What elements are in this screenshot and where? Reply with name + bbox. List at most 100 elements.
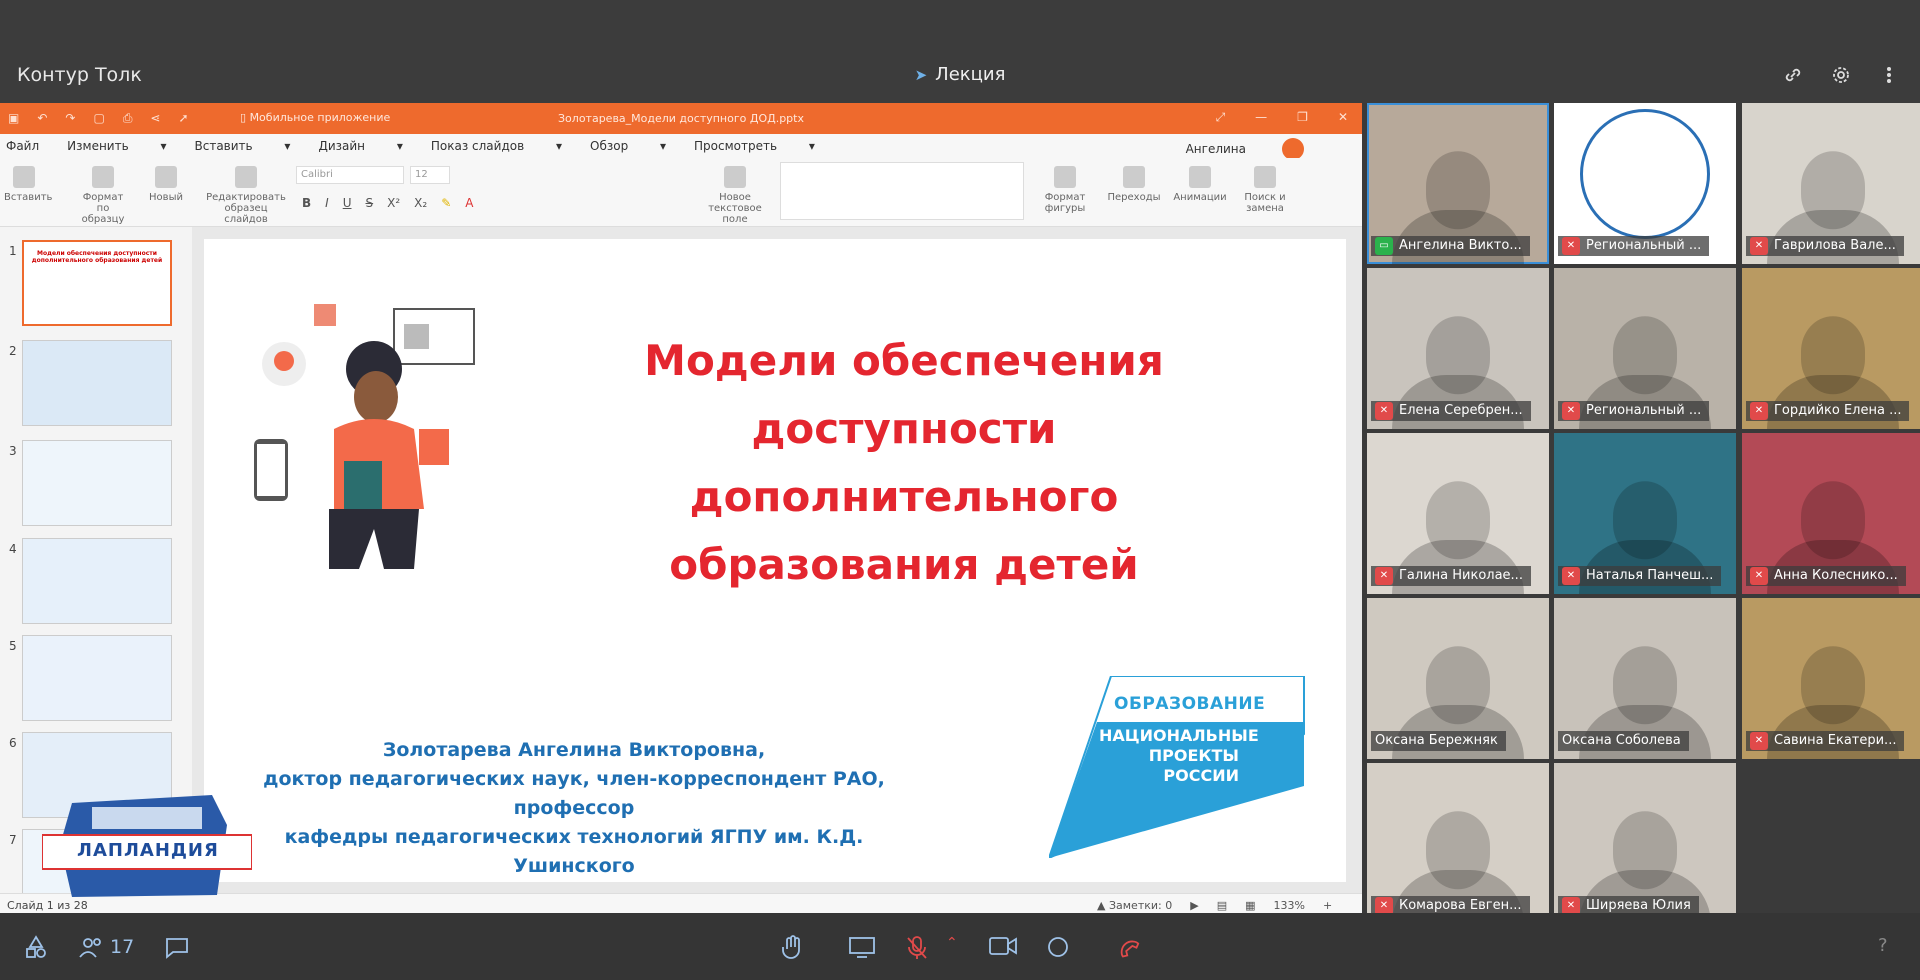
participant-tile[interactable]: ✕ Гордийко Елена ... (1742, 268, 1920, 429)
menu-review[interactable]: Обзор ▾ (590, 139, 666, 153)
chat-icon[interactable] (164, 935, 190, 959)
slide-thumb-4[interactable] (22, 538, 172, 624)
font-color-icon[interactable]: A (465, 196, 473, 210)
slide-thumb-2[interactable] (22, 340, 172, 426)
font-family-select[interactable]: Calibri (296, 166, 404, 184)
normal-view-icon[interactable]: ▤ (1217, 899, 1227, 912)
participant-tile[interactable]: ✕ Галина Николае... (1367, 433, 1549, 594)
brush-icon (92, 166, 114, 188)
participant-tile[interactable]: ✕ Савина Екатери... (1742, 598, 1920, 759)
participant-tile[interactable]: Оксана Соболева (1554, 598, 1736, 759)
zoom-level[interactable]: 133% (1274, 899, 1305, 912)
mic-muted-icon[interactable] (905, 935, 929, 961)
menu-file[interactable]: Файл (6, 139, 39, 153)
menu-slideshow[interactable]: Показ слайдов ▾ (431, 139, 562, 153)
menu-design[interactable]: Дизайн ▾ (318, 139, 402, 153)
participant-face (1613, 810, 1677, 889)
find-replace-button[interactable]: Поиск и замена (1240, 166, 1290, 214)
slide-title: Модели обеспечения доступности дополните… (624, 327, 1184, 599)
sorter-view-icon[interactable]: ▦ (1245, 899, 1255, 912)
superscript-icon[interactable]: X² (387, 196, 400, 210)
lapland-logo-text: ЛАПЛАНДИЯ (77, 840, 219, 861)
shapes-gallery[interactable] (780, 162, 1024, 220)
mic-muted-icon: ✕ (1750, 567, 1768, 585)
participant-name: Оксана Бережняк (1375, 733, 1498, 748)
minimize-icon[interactable]: — (1255, 110, 1267, 125)
hang-up-icon[interactable] (1114, 935, 1142, 959)
lapland-logo: ЛАПЛАНДИЯ (42, 785, 252, 905)
animations-button[interactable]: Анимации (1172, 166, 1228, 203)
highlight-icon[interactable]: ✎ (441, 196, 451, 210)
user-name: Ангелина (1185, 142, 1246, 156)
mic-options-icon[interactable]: ⌃ (946, 935, 958, 951)
participants-button[interactable]: 17 (78, 935, 134, 959)
participant-tile[interactable]: ▭ Ангелина Викто... (1367, 103, 1549, 264)
participants-count: 17 (110, 936, 135, 958)
participant-tile[interactable]: ✕ Комарова Евген... (1367, 763, 1549, 924)
participant-tile[interactable]: ✕ Региональный ... (1554, 268, 1736, 429)
format-painter-label: Формат по образцу (81, 192, 125, 225)
screen-share-status-icon: ▭ (1375, 237, 1393, 255)
format-painter-button[interactable]: Формат по образцу (76, 166, 130, 225)
participant-tile[interactable]: Оксана Бережняк (1367, 598, 1549, 759)
participant-face (1613, 315, 1677, 394)
raise-hand-icon[interactable] (780, 935, 804, 961)
participant-tile[interactable]: ✕ Наталья Панчеш... (1554, 433, 1736, 594)
participant-tile[interactable]: ✕ Ширяева Юлия (1554, 763, 1736, 924)
underline-icon[interactable]: U (343, 196, 352, 210)
logo-top-text: ОБРАЗОВАНИЕ (1114, 694, 1266, 714)
screen-share-icon[interactable] (848, 935, 876, 959)
transitions-button[interactable]: Переходы (1104, 166, 1164, 203)
settings-gear-icon[interactable] (1830, 64, 1852, 86)
italic-icon[interactable]: I (325, 196, 329, 210)
menu-edit[interactable]: Изменить ▾ (67, 139, 166, 153)
menu-insert[interactable]: Вставить ▾ (195, 139, 291, 153)
author-line: Золотарева Ангелина Викторовна, (382, 739, 766, 761)
participant-face (1801, 645, 1865, 724)
logo-line: НАЦИОНАЛЬНЫЕ (1099, 726, 1259, 745)
slide-thumb-5[interactable] (22, 635, 172, 721)
participant-tile[interactable]: ✕ Гаврилова Вале... (1742, 103, 1920, 264)
participant-tile[interactable]: ✕ Региональный ... (1554, 103, 1736, 264)
shape-format-button[interactable]: Формат фигуры (1040, 166, 1090, 214)
shapes-icon[interactable] (24, 935, 48, 959)
play-icon[interactable]: ▶ (1190, 899, 1198, 912)
more-vertical-icon[interactable] (1878, 64, 1900, 86)
paste-icon (13, 166, 35, 188)
author-line: кафедры педагогических технологий ЯГПУ и… (284, 826, 864, 877)
subscript-icon[interactable]: X₂ (414, 196, 427, 210)
participant-name-tag: Оксана Соболева (1558, 731, 1689, 751)
menu-view[interactable]: Просмотреть ▾ (694, 139, 815, 153)
zoom-in-icon[interactable]: + (1323, 899, 1332, 912)
camera-icon[interactable] (988, 935, 1018, 957)
slide-title-line: образования детей (669, 540, 1139, 589)
participant-name: Региональный ... (1586, 238, 1702, 253)
new-slide-icon (155, 166, 177, 188)
participant-tile[interactable]: ✕ Анна Колеснико... (1742, 433, 1920, 594)
restore-icon[interactable]: ❐ (1297, 110, 1308, 125)
participant-tile[interactable]: ✕ Елена Серебрен... (1367, 268, 1549, 429)
slide-thumb-3[interactable] (22, 440, 172, 526)
strikethrough-icon[interactable]: S (366, 196, 374, 210)
slide-thumb-1[interactable]: Модели обеспечения доступности дополните… (22, 240, 172, 326)
user-avatar (1282, 138, 1304, 160)
new-textbox-button[interactable]: Новое текстовое поле (700, 166, 770, 225)
slide-title-line: доступности (751, 404, 1057, 453)
bold-icon[interactable]: B (302, 196, 311, 210)
edit-master-button[interactable]: Редактировать образец слайдов (206, 166, 286, 225)
participant-face (1426, 810, 1490, 889)
help-icon[interactable]: ? (1878, 935, 1888, 956)
participant-name: Наталья Панчеш... (1586, 568, 1714, 583)
close-icon[interactable]: ✕ (1338, 110, 1348, 125)
link-icon[interactable] (1782, 64, 1804, 86)
fullscreen-icon[interactable]: ⤢ (1216, 110, 1226, 125)
notes-toggle[interactable]: ▲ Заметки: 0 (1097, 899, 1172, 912)
record-icon[interactable] (1046, 935, 1070, 959)
user-menu[interactable]: Ангелина (1186, 138, 1332, 160)
new-slide-button[interactable]: Новый (146, 166, 186, 203)
paste-button[interactable]: Вставить (4, 166, 52, 203)
logo-line: РОССИИ (1163, 766, 1239, 785)
participant-face (1613, 645, 1677, 724)
thumb-number: 1 (9, 244, 17, 258)
font-size-select[interactable]: 12 (410, 166, 450, 184)
